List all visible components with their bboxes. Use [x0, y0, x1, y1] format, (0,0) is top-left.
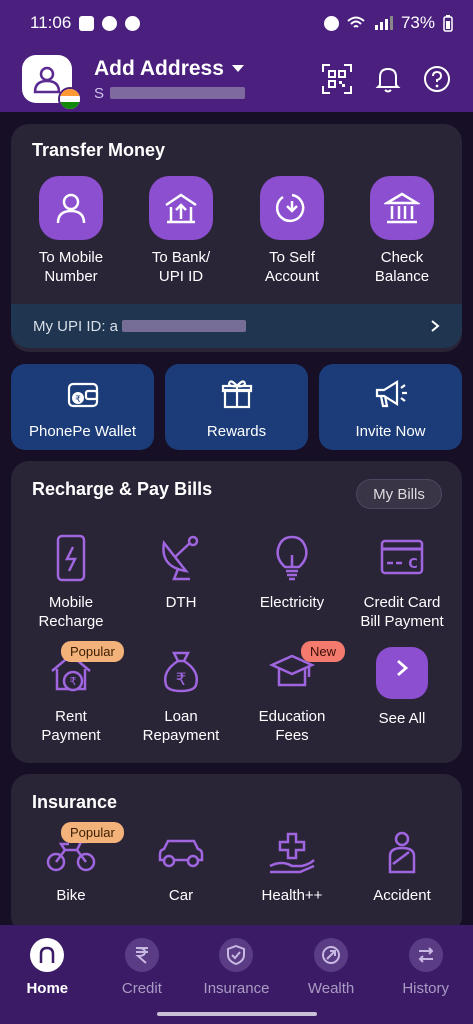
my-bills-button[interactable]: My Bills [356, 479, 442, 509]
shield-icon [227, 945, 246, 965]
app-header: Add Address S [0, 46, 473, 112]
check-balance-button[interactable]: Check Balance [347, 176, 457, 286]
section-title: Transfer Money [32, 140, 166, 160]
bank-transfer-icon [165, 193, 197, 224]
transfer-money-card: Transfer Money To Mobile Number To Bank/… [11, 124, 462, 352]
redacted-upi [122, 320, 247, 332]
status-bar: 11:06 73% [0, 0, 473, 46]
gesture-bar [0, 1004, 473, 1024]
loan-repayment-button[interactable]: ₹ Loan Repayment [125, 647, 237, 745]
credit-card-bill-button[interactable]: C Credit Card Bill Payment [346, 533, 458, 631]
see-all-button[interactable]: See All [346, 647, 458, 728]
popular-badge: Popular [61, 822, 124, 843]
battery-percent: 73% [400, 13, 435, 32]
bell-icon[interactable] [375, 65, 401, 93]
wallet-icon: ₹ [67, 382, 98, 408]
address-title: Add Address [94, 56, 224, 80]
credit-card-icon: C [380, 539, 424, 575]
bank-icon [384, 192, 420, 224]
to-bank-upi-button[interactable]: To Bank/ UPI ID [126, 176, 236, 286]
nav-insurance[interactable]: Insurance [189, 925, 284, 1004]
profile-icon [33, 66, 61, 94]
satellite-dish-icon [162, 535, 199, 581]
alarm-icon [323, 15, 339, 31]
phonepe-wallet-button[interactable]: ₹ PhonePe Wallet [11, 364, 154, 450]
accident-icon [388, 831, 416, 874]
nav-home[interactable]: Home [0, 925, 95, 1004]
section-title: Insurance [32, 792, 118, 812]
bottom-navigation: Home Credit Insurance Wealth History [0, 925, 473, 1004]
rupee-icon [135, 947, 148, 964]
to-mobile-number-button[interactable]: To Mobile Number [16, 176, 126, 286]
insurance-card: Insurance Bike Popular Car Health++ Acci… [11, 774, 462, 934]
new-badge: New [301, 641, 346, 662]
dth-button[interactable]: DTH [125, 533, 237, 612]
loan-bag-icon: ₹ [164, 651, 198, 693]
nav-history[interactable]: History [378, 925, 473, 1004]
chat-icon [125, 15, 141, 31]
megaphone-icon [375, 380, 407, 408]
person-icon [56, 193, 86, 224]
car-icon [158, 839, 204, 868]
upi-id-label: My UPI ID: a [33, 317, 119, 335]
address-subtitle: S [94, 84, 105, 102]
whatsapp-icon [102, 15, 118, 31]
signal-icon [374, 16, 393, 30]
redacted-text [110, 87, 246, 99]
svg-text:C: C [408, 557, 418, 572]
address-selector[interactable]: Add Address S [94, 56, 246, 102]
upi-id-bar[interactable]: My UPI ID: a [11, 304, 462, 348]
svg-text:₹: ₹ [75, 395, 81, 405]
chevron-right-icon [397, 659, 409, 677]
health-insurance-button[interactable]: Health++ [236, 830, 348, 905]
home-icon [40, 946, 55, 963]
gift-icon [221, 380, 252, 409]
mobile-recharge-icon [56, 534, 86, 582]
svg-text:₹: ₹ [70, 675, 77, 688]
nav-credit[interactable]: Credit [95, 925, 190, 1004]
history-icon [418, 947, 434, 963]
section-title: Recharge & Pay Bills [32, 479, 213, 499]
status-time: 11:06 [30, 13, 72, 32]
self-transfer-icon [275, 193, 305, 223]
mobile-recharge-button[interactable]: Mobile Recharge [15, 533, 127, 631]
bulb-icon [276, 535, 308, 581]
nav-wealth[interactable]: Wealth [284, 925, 379, 1004]
avatar[interactable] [22, 55, 82, 111]
accident-insurance-button[interactable]: Accident [346, 830, 458, 905]
car-insurance-button[interactable]: Car [125, 830, 237, 905]
battery-icon [443, 14, 453, 32]
invite-now-button[interactable]: Invite Now [319, 364, 462, 450]
wifi-icon [347, 16, 365, 28]
to-self-account-button[interactable]: To Self Account [237, 176, 347, 286]
svg-text:₹: ₹ [176, 670, 187, 690]
wealth-icon [322, 946, 341, 964]
qr-scanner-icon[interactable] [321, 63, 353, 95]
caret-down-icon [231, 64, 244, 72]
recharge-pay-bills-card: Recharge & Pay Bills My Bills Mobile Rec… [11, 461, 462, 763]
popular-badge: Popular [61, 641, 124, 662]
rewards-button[interactable]: Rewards [165, 364, 308, 450]
help-icon[interactable] [423, 65, 451, 93]
health-hand-icon [269, 832, 315, 874]
electricity-button[interactable]: Electricity [236, 533, 348, 612]
chevron-right-icon [431, 320, 440, 332]
gallery-icon [79, 15, 95, 31]
india-flag-icon [58, 87, 82, 111]
